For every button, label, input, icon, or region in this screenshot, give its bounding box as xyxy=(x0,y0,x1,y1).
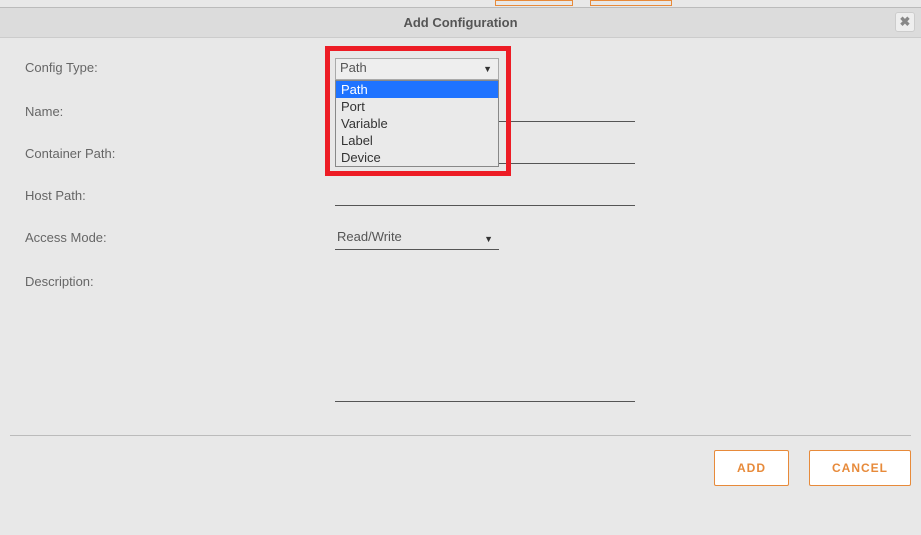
host-path-input[interactable] xyxy=(335,186,635,206)
dropdown-option-variable[interactable]: Variable xyxy=(336,115,498,132)
dropdown-option-device[interactable]: Device xyxy=(336,149,498,166)
chevron-down-icon: ▼ xyxy=(484,234,493,244)
row-access-mode: Access Mode: Read/Write ▼ xyxy=(25,228,896,250)
add-configuration-dialog: Add Configuration ✖ Config Type: Path ▼ … xyxy=(0,8,921,500)
dropdown-option-port[interactable]: Port xyxy=(336,98,498,115)
close-icon: ✖ xyxy=(900,14,911,29)
row-description: Description: xyxy=(25,272,896,405)
top-strip xyxy=(0,0,921,8)
label-config-type: Config Type: xyxy=(25,58,335,75)
cancel-button[interactable]: CANCEL xyxy=(809,450,911,486)
top-button-outline-1 xyxy=(495,0,573,6)
access-mode-selected: Read/Write xyxy=(337,229,402,244)
dialog-body: Config Type: Path ▼ Path Port Variable L… xyxy=(0,38,921,405)
label-description: Description: xyxy=(25,272,335,289)
label-host-path: Host Path: xyxy=(25,186,335,203)
dialog-header: Add Configuration ✖ xyxy=(0,8,921,38)
dialog-title: Add Configuration xyxy=(403,15,517,30)
field-config-type: Path ▼ Path Port Variable Label Device xyxy=(335,58,635,80)
field-description xyxy=(335,272,635,405)
row-host-path: Host Path: xyxy=(25,186,896,206)
access-mode-select[interactable]: Read/Write ▼ xyxy=(335,228,499,250)
chevron-down-icon: ▼ xyxy=(483,64,492,74)
description-textarea[interactable] xyxy=(335,272,635,402)
field-host-path xyxy=(335,186,635,206)
close-button[interactable]: ✖ xyxy=(895,12,915,32)
field-access-mode: Read/Write ▼ xyxy=(335,228,635,250)
label-container-path: Container Path: xyxy=(25,144,335,161)
label-access-mode: Access Mode: xyxy=(25,228,335,245)
dropdown-option-label[interactable]: Label xyxy=(336,132,498,149)
add-button[interactable]: ADD xyxy=(714,450,789,486)
top-button-outline-2 xyxy=(590,0,672,6)
dialog-footer: ADD CANCEL xyxy=(10,435,911,500)
dropdown-option-path[interactable]: Path xyxy=(336,81,498,98)
config-type-dropdown: Path Port Variable Label Device xyxy=(335,80,499,167)
label-name: Name: xyxy=(25,102,335,119)
config-type-selected: Path xyxy=(340,60,367,75)
config-type-select[interactable]: Path ▼ xyxy=(335,58,499,80)
row-config-type: Config Type: Path ▼ Path Port Variable L… xyxy=(25,58,896,80)
